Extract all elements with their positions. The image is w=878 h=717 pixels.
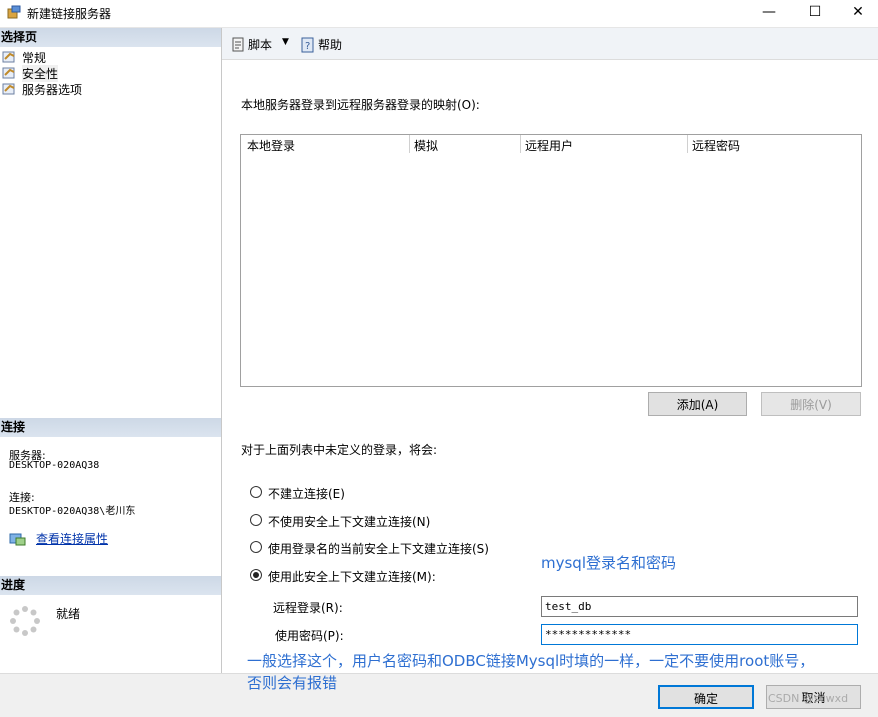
page-icon <box>2 50 18 64</box>
grid-column-header[interactable]: 本地登录 <box>247 137 295 154</box>
app-icon <box>6 4 22 20</box>
page-item-server-options[interactable]: 服务器选项 <box>2 81 82 97</box>
select-page-header: 选择页 <box>0 28 221 47</box>
radio-label[interactable]: 使用此安全上下文建立连接(M): <box>268 568 436 585</box>
column-separator[interactable] <box>409 135 410 153</box>
svg-text:?: ? <box>305 41 310 52</box>
radio-label[interactable]: 不建立连接(E) <box>268 485 345 502</box>
radio-no-security-context[interactable] <box>250 514 262 526</box>
server-value: DESKTOP-020AQ38 <box>9 460 100 471</box>
title-bar: 新建链接服务器 — ☐ ✕ <box>0 0 878 28</box>
add-button[interactable]: 添加(A) <box>648 392 747 416</box>
help-icon: ? <box>300 37 316 53</box>
radio-this-security-context[interactable] <box>250 569 262 581</box>
undefined-logins-label: 对于上面列表中未定义的登录，将会: <box>241 443 438 457</box>
ok-button[interactable]: 确定 <box>658 685 754 709</box>
page-item-general[interactable]: 常规 <box>2 49 46 65</box>
connection-value: DESKTOP-020AQ38\老川东 <box>9 506 136 517</box>
delete-button[interactable]: 删除(V) <box>761 392 861 416</box>
toolbar: 脚本 ▼ ? 帮助 <box>222 28 878 60</box>
left-pane: 选择页 常规 安全性 服务器选项 连接 服务器: DESKTOP-020AQ38… <box>0 28 222 673</box>
view-connection-properties-link[interactable]: 查看连接属性 <box>36 530 108 547</box>
grid-column-header[interactable]: 远程密码 <box>692 137 740 154</box>
radio-label[interactable]: 不使用安全上下文建立连接(N) <box>268 513 430 530</box>
close-button[interactable]: ✕ <box>838 0 878 27</box>
remote-login-label: 远程登录(R): <box>273 601 343 615</box>
grid-column-header[interactable]: 模拟 <box>414 137 438 154</box>
radio-label[interactable]: 使用登录名的当前安全上下文建立连接(S) <box>268 540 489 557</box>
mysql-annotation: mysql登录名和密码 <box>541 554 676 572</box>
remote-login-input[interactable]: test_db <box>541 596 858 617</box>
view-properties-icon <box>9 531 27 547</box>
progress-status: 就绪 <box>56 607 81 621</box>
maximize-button[interactable]: ☐ <box>792 0 838 27</box>
page-item-security[interactable]: 安全性 <box>2 64 59 82</box>
general-annotation-line1: 一般选择这个，用户名密码和ODBC链接Mysql时填的一样，一定不要使用root… <box>247 652 815 670</box>
script-button[interactable]: 脚本 <box>230 36 272 53</box>
script-dropdown-arrow[interactable]: ▼ <box>282 37 289 47</box>
login-mapping-grid[interactable]: 本地登录 模拟 远程用户 远程密码 <box>240 134 862 387</box>
window-title: 新建链接服务器 <box>27 7 112 21</box>
column-separator[interactable] <box>520 135 521 153</box>
mapping-label: 本地服务器登录到远程服务器登录的映射(O): <box>241 98 480 112</box>
radio-selected-dot <box>253 572 259 578</box>
progress-header: 进度 <box>0 576 221 595</box>
grid-column-header[interactable]: 远程用户 <box>525 137 573 154</box>
spinner-icon <box>9 605 41 637</box>
page-icon <box>2 66 18 80</box>
radio-no-connection[interactable] <box>250 486 262 498</box>
page-item-label: 常规 <box>22 50 47 65</box>
watermark: CSDN @scwxd <box>768 692 849 705</box>
password-input[interactable]: ************* <box>541 624 858 645</box>
connection-header: 连接 <box>0 418 221 437</box>
page-item-label: 安全性 <box>22 64 59 82</box>
general-annotation-line2: 否则会有报错 <box>247 674 338 692</box>
script-label: 脚本 <box>248 38 273 52</box>
page-icon <box>2 82 18 96</box>
password-label: 使用密码(P): <box>275 629 344 643</box>
minimize-button[interactable]: — <box>746 0 792 27</box>
script-icon <box>230 37 246 53</box>
column-separator[interactable] <box>687 135 688 153</box>
page-item-label: 服务器选项 <box>22 82 83 97</box>
help-label: 帮助 <box>318 38 343 52</box>
help-button[interactable]: ? 帮助 <box>300 36 342 53</box>
radio-current-security-context[interactable] <box>250 541 262 553</box>
